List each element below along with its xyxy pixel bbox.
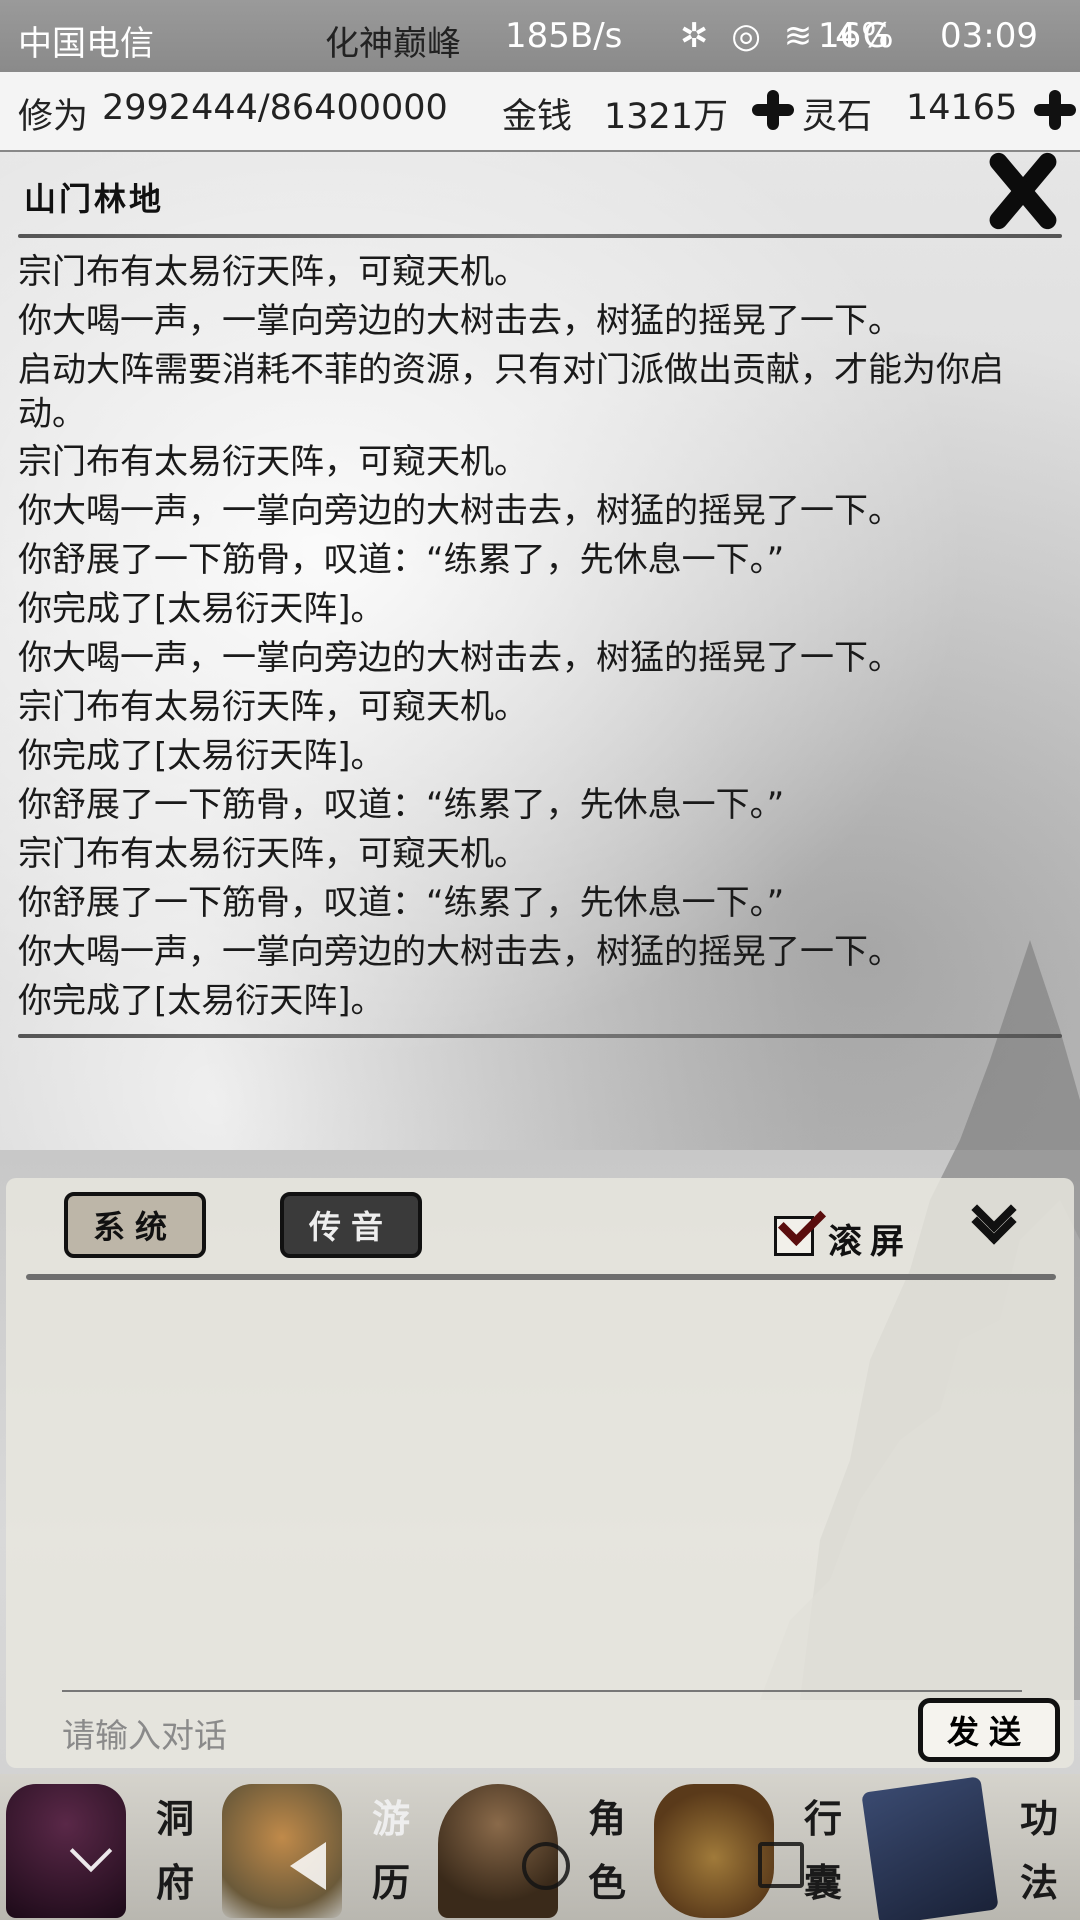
log-line: 你舒展了一下筋骨，叹道：“练累了，先休息一下。” [18,540,785,580]
log-line: 你完成了[太易衍天阵]。 [18,589,385,629]
net-speed-text: 185B/s [505,16,623,56]
location-title: 山门林地 [24,180,165,218]
stats-bar: 修为 2992444/86400000 金钱 1321万 灵石 14165 [0,72,1080,152]
money-label: 金钱 [502,97,573,137]
clock-text: 03:09 [940,16,1038,56]
chat-divider [26,1274,1056,1280]
spirit-stone-label: 灵石 [802,97,873,137]
nav-skill[interactable]: 功 法 [861,1774,1080,1920]
log-line: 你完成了[太易衍天阵]。 [18,736,385,776]
log-line: 启动大阵需要消耗不菲的资源，只有对门派做出贡献，才能为你启动。 [18,350,1004,434]
hide-nav-icon[interactable] [58,1828,128,1898]
carrier-text: 中国电信 [18,24,154,64]
scroll-checkbox[interactable] [774,1216,814,1256]
log-line: 宗门布有太易衍天阵，可窥天机。 [18,252,528,292]
skill-book-icon [861,1776,999,1920]
tab-system[interactable]: 系统 [64,1192,206,1258]
nav-label-top: 功 [1020,1796,1059,1841]
nav-label-top: 游 [372,1796,411,1841]
close-icon[interactable] [978,148,1062,234]
cultivation-label: 修为 [18,97,89,137]
realm-text: 化神巅峰 [325,24,461,64]
log-line: 你舒展了一下筋骨，叹道：“练累了，先休息一下。” [18,785,785,825]
battery-text: 16% [818,16,894,56]
log-line: 宗门布有太易衍天阵，可窥天机。 [18,442,528,482]
log-line: 宗门布有太易衍天阵，可窥天机。 [18,687,528,727]
chat-panel: 系统 传音 滚屏 [6,1178,1074,1768]
chat-messages-area[interactable] [26,1288,1056,1858]
add-money-icon[interactable] [752,90,794,130]
event-log: 宗门布有太易衍天阵，可窥天机。 你大喝一声，一掌向旁边的大树击去，树猛的摇晃了一… [18,248,1048,1026]
nav-label-bottom: 历 [372,1860,411,1905]
status-bar: 中国电信 化神巅峰 185B/s ✲ ◎ ≋ 4G 16% 03:09 [0,0,1080,72]
spirit-stone-value: 14165 [906,88,1018,128]
home-icon[interactable] [508,1828,578,1898]
money-value: 1321万 [604,97,729,137]
scroll-label: 滚屏 [828,1222,912,1262]
nav-label-bottom: 色 [588,1860,627,1905]
cultivation-value: 2992444/86400000 [102,88,448,128]
log-line: 你舒展了一下筋骨，叹道：“练累了，先休息一下。” [18,883,785,923]
log-line: 你完成了[太易衍天阵]。 [18,981,385,1021]
nav-label-bottom: 法 [1020,1860,1059,1905]
log-line: 你大喝一声，一掌向旁边的大树击去，树猛的摇晃了一下。 [18,491,902,531]
recent-apps-icon[interactable] [744,1828,814,1898]
input-underline [62,1690,1022,1692]
log-divider [18,1034,1062,1038]
nav-label-top: 角 [588,1796,627,1841]
location-divider [18,234,1062,238]
log-line: 宗门布有太易衍天阵，可窥天机。 [18,834,528,874]
collapse-chevron-icon[interactable] [966,1200,1022,1236]
nav-label-bottom: 府 [156,1860,195,1905]
log-line: 你大喝一声，一掌向旁边的大树击去，树猛的摇晃了一下。 [18,301,902,341]
nav-label-top: 洞 [156,1796,195,1841]
log-line: 你大喝一声，一掌向旁边的大树击去，树猛的摇晃了一下。 [18,932,902,972]
tab-voice[interactable]: 传音 [280,1192,422,1258]
back-icon[interactable] [272,1828,342,1898]
log-line: 你大喝一声，一掌向旁边的大树击去，树猛的摇晃了一下。 [18,638,902,678]
add-spirit-stone-icon[interactable] [1034,90,1076,130]
chat-input[interactable] [60,1706,924,1764]
send-button[interactable]: 发送 [918,1698,1060,1762]
